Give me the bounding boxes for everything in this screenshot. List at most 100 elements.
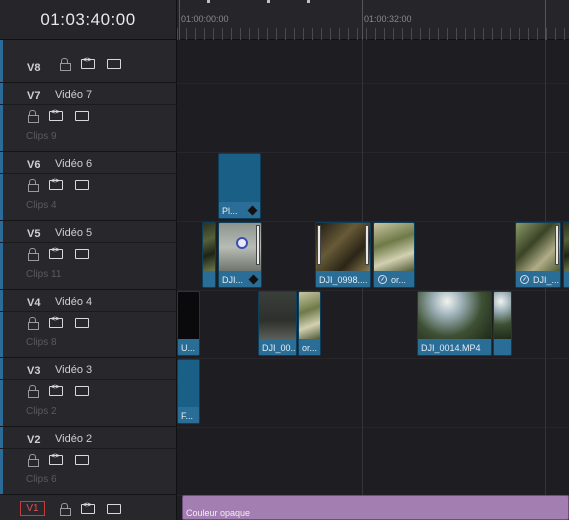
track-header-v8[interactable]: V8 [0, 40, 177, 83]
clip-v4-dji-0014[interactable]: DJI_0014.MP4 [417, 291, 492, 356]
track-controls [28, 247, 89, 261]
lane-separator [177, 83, 569, 84]
clip-name: DJI... [222, 275, 244, 285]
lock-icon[interactable] [28, 317, 39, 330]
speed-change-icon [520, 275, 529, 284]
monitor-icon[interactable] [75, 454, 89, 465]
lock-icon[interactable] [60, 503, 71, 516]
track-title-row: V5 Vidéo 5 [0, 221, 177, 243]
timeline-area[interactable]: Pl... DJI... DJI_0998.... or... DJI_... … [177, 40, 569, 520]
track-id: V6 [27, 159, 41, 171]
clips-count: Clips 11 [26, 269, 62, 280]
auto-select-icon[interactable] [49, 384, 63, 396]
clip-label-bar: DJI_... [516, 271, 560, 287]
clip-v5-dji-0998[interactable]: DJI_0998.... [315, 222, 371, 288]
clip-v5-dji-a[interactable]: DJI... [218, 222, 262, 288]
ruler-label-1: 01:00:32:00 [364, 14, 412, 24]
clips-count: Clips 6 [26, 474, 57, 485]
auto-select-icon[interactable] [49, 109, 63, 121]
monitor-icon[interactable] [75, 317, 89, 328]
timecode-value: 01:03:40:00 [40, 9, 136, 29]
lock-icon[interactable] [28, 110, 39, 123]
monitor-icon[interactable] [75, 385, 89, 396]
trim-handle[interactable] [256, 225, 260, 265]
lock-icon[interactable] [60, 58, 71, 71]
clip-v1-solid-color[interactable]: Couleur opaque [182, 495, 569, 520]
ruler-major-tick [179, 0, 180, 40]
clips-count: Clips 8 [26, 337, 57, 348]
clips-count: Clips 9 [26, 131, 57, 142]
trim-handle[interactable] [555, 225, 559, 265]
clip-v4-dji-a[interactable]: DJI_00... [258, 291, 297, 356]
auto-select-icon[interactable] [49, 247, 63, 259]
track-header-v1[interactable]: V1 [0, 495, 177, 520]
track-header-v7[interactable]: V7 Vidéo 7 Clips 9 [0, 83, 177, 152]
auto-select-icon[interactable] [81, 57, 95, 69]
clip-thumbnail [178, 360, 199, 407]
track-label[interactable]: Vidéo 7 [55, 89, 92, 101]
clips-count: Clips 2 [26, 406, 57, 417]
ruler-minor-ticks [177, 28, 569, 40]
monitor-icon[interactable] [75, 248, 89, 259]
track-id: V7 [27, 90, 41, 102]
clip-v4-next[interactable] [493, 291, 512, 356]
track-id: V4 [27, 297, 41, 309]
trim-handle[interactable] [317, 225, 321, 265]
track-id: V2 [27, 434, 41, 446]
auto-select-icon[interactable] [81, 502, 95, 514]
trim-handle[interactable] [365, 225, 369, 265]
clip-v6-pl[interactable]: Pl... [218, 153, 261, 219]
clip-v4-or[interactable]: or... [298, 291, 321, 356]
track-label[interactable]: Vidéo 5 [55, 227, 92, 239]
monitor-icon[interactable] [75, 179, 89, 190]
clip-name: Couleur opaque [186, 508, 251, 518]
lock-icon[interactable] [28, 179, 39, 192]
clip-thumbnail [418, 292, 491, 339]
clip-v3-f[interactable]: F... [177, 359, 200, 424]
lock-icon[interactable] [28, 385, 39, 398]
clip-v5-edge-right[interactable] [563, 222, 569, 288]
track-label[interactable]: Vidéo 6 [55, 158, 92, 170]
auto-select-icon[interactable] [49, 178, 63, 190]
lane-separator [177, 358, 569, 359]
clip-name: Pl... [222, 206, 238, 216]
timeline-ruler[interactable]: 01:00:00:00 01:00:32:00 [177, 0, 569, 40]
auto-select-icon[interactable] [49, 453, 63, 465]
clip-v5-edge[interactable] [202, 222, 216, 288]
clip-v4-u[interactable]: U... [177, 291, 200, 356]
clip-label-bar: or... [299, 339, 320, 355]
destination-track-v1[interactable]: V1 [20, 501, 45, 516]
clip-name: DJI_0014.MP4 [421, 343, 481, 353]
timecode-display[interactable]: 01:03:40:00 [0, 0, 177, 40]
monitor-icon[interactable] [75, 110, 89, 121]
track-label[interactable]: Vidéo 2 [55, 433, 92, 445]
track-header-v3[interactable]: V3 Vidéo 3 Clips 2 [0, 358, 177, 427]
clip-name: DJI_... [533, 275, 560, 285]
track-label[interactable]: Vidéo 3 [55, 364, 92, 376]
clip-v5-dji-b[interactable]: DJI_... [515, 222, 561, 288]
monitor-icon[interactable] [107, 503, 121, 514]
track-header-v6[interactable]: V6 Vidéo 6 Clips 4 [0, 152, 177, 221]
ruler-major-tick [362, 0, 363, 40]
track-label[interactable]: Vidéo 4 [55, 296, 92, 308]
clip-name: DJI_0998.... [319, 275, 368, 285]
lock-icon[interactable] [28, 454, 39, 467]
clip-thumbnail [219, 154, 260, 202]
clip-thumbnail [219, 223, 261, 271]
clip-v5-or-a[interactable]: or... [373, 222, 415, 288]
clip-label-bar: U... [178, 339, 199, 355]
track-header-v2[interactable]: V2 Vidéo 2 Clips 6 [0, 427, 177, 495]
track-selection-bar [0, 40, 3, 82]
monitor-icon[interactable] [107, 58, 121, 69]
track-title-row: V2 Vidéo 2 [0, 427, 177, 449]
clip-thumbnail [516, 223, 560, 271]
track-title-row: V3 Vidéo 3 [0, 358, 177, 380]
track-id: V8 [27, 62, 41, 74]
clip-thumbnail [299, 292, 320, 339]
auto-select-icon[interactable] [49, 316, 63, 328]
lane-separator [177, 427, 569, 428]
clip-label-bar: DJI_0014.MP4 [418, 339, 491, 355]
track-header-v4[interactable]: V4 Vidéo 4 Clips 8 [0, 290, 177, 358]
track-header-v5[interactable]: V5 Vidéo 5 Clips 11 [0, 221, 177, 290]
lock-icon[interactable] [28, 248, 39, 261]
